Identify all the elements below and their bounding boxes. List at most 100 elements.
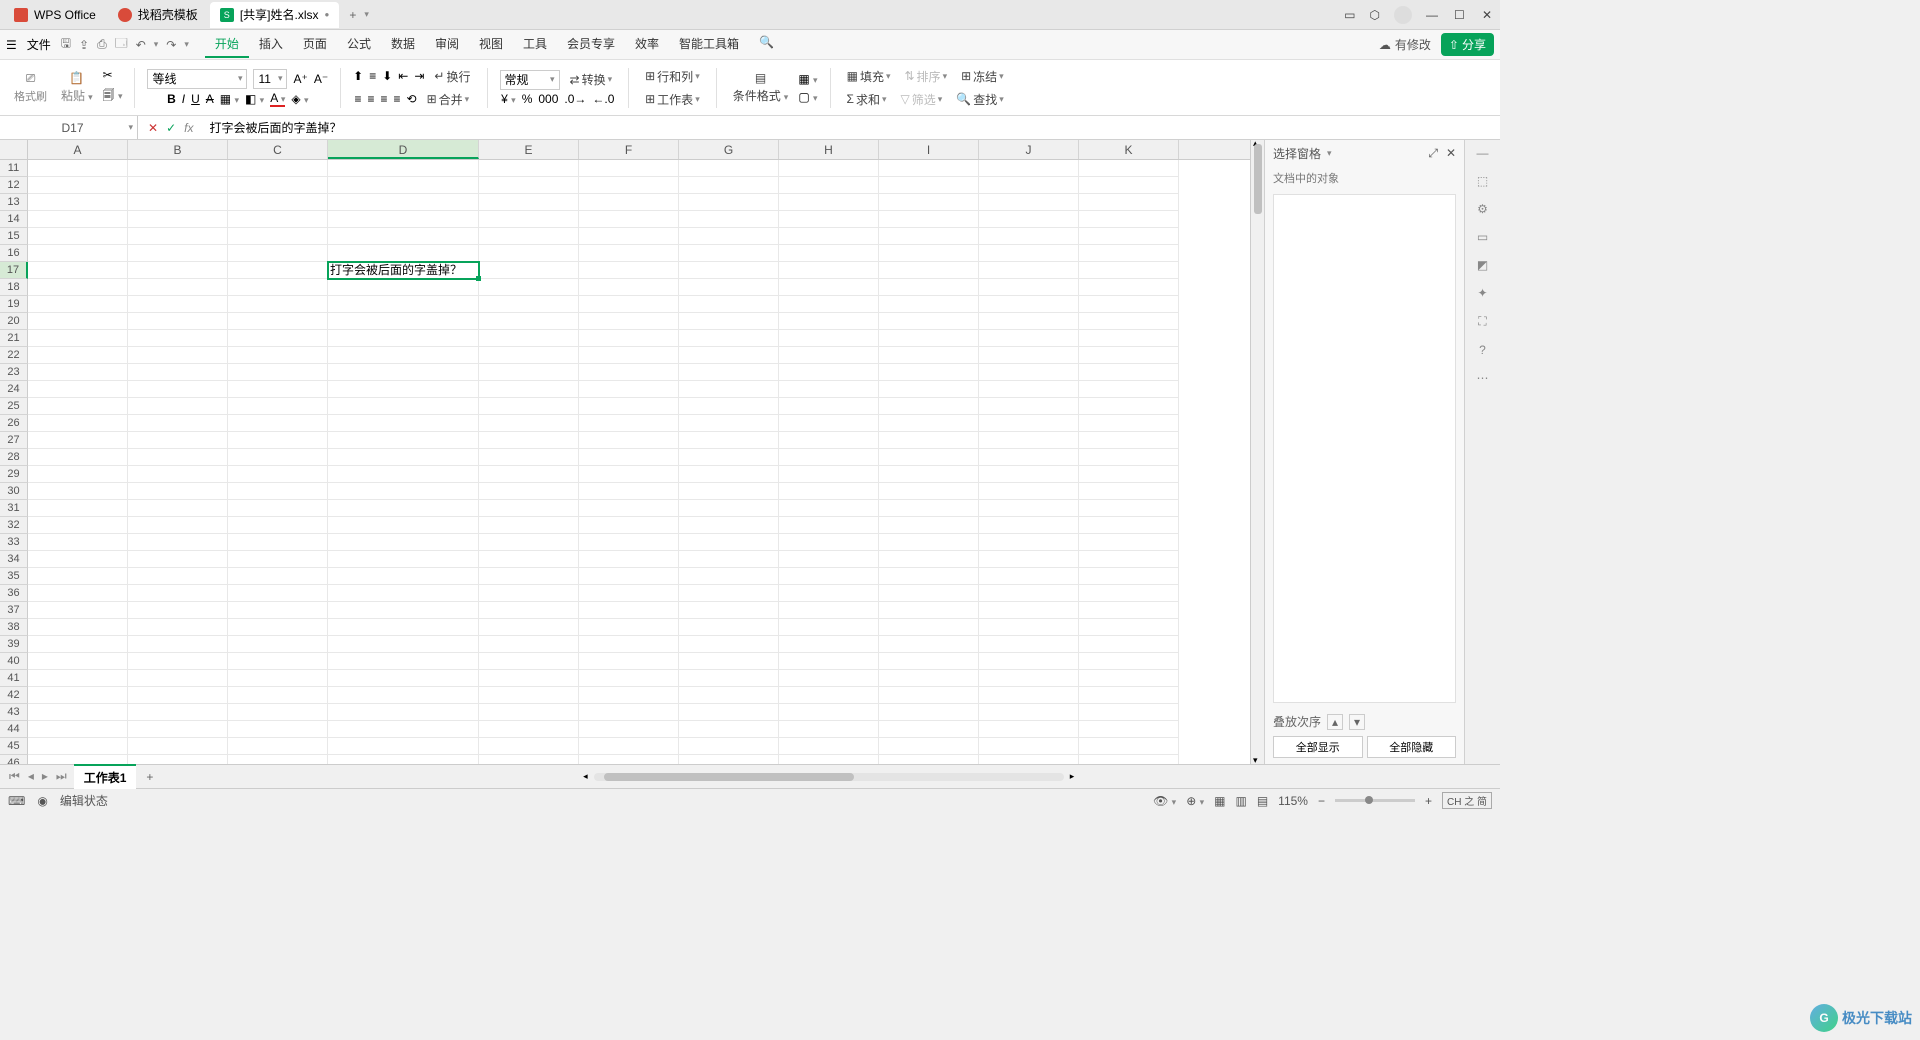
cell[interactable] xyxy=(779,296,879,313)
cell[interactable] xyxy=(328,551,479,568)
cell[interactable] xyxy=(1079,755,1179,764)
cell[interactable] xyxy=(979,432,1079,449)
cell[interactable] xyxy=(228,364,328,381)
copy-icon[interactable]: 🗐 ▾ xyxy=(103,86,123,107)
cell[interactable] xyxy=(1079,211,1179,228)
cell[interactable] xyxy=(779,364,879,381)
decimal-increase-icon[interactable]: .0→ xyxy=(564,92,586,106)
cell[interactable] xyxy=(28,364,128,381)
row-header[interactable]: 43 xyxy=(0,704,28,721)
cell[interactable] xyxy=(128,551,228,568)
cell[interactable] xyxy=(479,449,579,466)
cell[interactable] xyxy=(328,500,479,517)
cell[interactable] xyxy=(779,313,879,330)
cell[interactable] xyxy=(979,721,1079,738)
cell[interactable] xyxy=(979,653,1079,670)
cell[interactable] xyxy=(479,160,579,177)
cell[interactable] xyxy=(779,398,879,415)
cell[interactable] xyxy=(328,517,479,534)
cell[interactable] xyxy=(128,602,228,619)
cell[interactable] xyxy=(1079,602,1179,619)
cell[interactable] xyxy=(479,245,579,262)
cell-grid[interactable]: 11121314151617打字会被后面的字盖掉？181920212223242… xyxy=(0,160,1250,764)
cell[interactable] xyxy=(28,568,128,585)
cell[interactable] xyxy=(679,534,779,551)
zoom-in-icon[interactable]: + xyxy=(1425,794,1432,808)
cell[interactable] xyxy=(879,177,979,194)
cell[interactable] xyxy=(128,483,228,500)
cell[interactable] xyxy=(28,687,128,704)
cell[interactable] xyxy=(128,534,228,551)
cell[interactable] xyxy=(779,466,879,483)
cell[interactable] xyxy=(28,432,128,449)
cell[interactable] xyxy=(779,755,879,764)
cell[interactable] xyxy=(228,194,328,211)
vertical-scrollbar[interactable]: ▴ ▾ xyxy=(1250,140,1264,764)
cell[interactable] xyxy=(679,381,779,398)
cell[interactable] xyxy=(579,738,679,755)
freeze-button[interactable]: ⊞ 冻结 ▾ xyxy=(957,66,1008,87)
cell[interactable] xyxy=(679,568,779,585)
cell[interactable] xyxy=(228,721,328,738)
cell[interactable] xyxy=(328,211,479,228)
cell[interactable] xyxy=(979,330,1079,347)
row-header[interactable]: 29 xyxy=(0,466,28,483)
cell[interactable] xyxy=(28,653,128,670)
cell[interactable] xyxy=(1079,500,1179,517)
cell[interactable] xyxy=(679,517,779,534)
cell[interactable] xyxy=(1079,568,1179,585)
cell[interactable] xyxy=(679,619,779,636)
close-panel-icon[interactable]: ✕ xyxy=(1446,146,1456,161)
col-header-I[interactable]: I xyxy=(879,140,979,159)
cell[interactable] xyxy=(228,551,328,568)
cell[interactable] xyxy=(1079,398,1179,415)
cell[interactable] xyxy=(128,670,228,687)
cell[interactable] xyxy=(679,432,779,449)
cell[interactable] xyxy=(128,228,228,245)
scrollbar-thumb[interactable] xyxy=(1254,144,1262,214)
collapse-rail-icon[interactable]: — xyxy=(1477,146,1489,160)
cell[interactable] xyxy=(128,194,228,211)
cell[interactable] xyxy=(328,330,479,347)
cell[interactable] xyxy=(979,568,1079,585)
cell[interactable] xyxy=(28,670,128,687)
cell[interactable] xyxy=(579,432,679,449)
cell[interactable] xyxy=(28,398,128,415)
undo-icon[interactable]: ↶ xyxy=(136,38,146,52)
cell[interactable] xyxy=(228,670,328,687)
cell[interactable] xyxy=(979,602,1079,619)
cell[interactable] xyxy=(328,160,479,177)
decimal-decrease-icon[interactable]: ←.0 xyxy=(592,92,614,106)
row-header[interactable]: 28 xyxy=(0,449,28,466)
indent-decrease-icon[interactable]: ⇤ xyxy=(398,69,408,83)
cell[interactable] xyxy=(779,245,879,262)
cell[interactable] xyxy=(28,245,128,262)
format-painter-button[interactable]: ⎚ 格式刷 xyxy=(10,69,51,106)
cell[interactable] xyxy=(679,313,779,330)
row-header[interactable]: 27 xyxy=(0,432,28,449)
redo-icon[interactable]: ↷ xyxy=(166,38,176,52)
row-header[interactable]: 36 xyxy=(0,585,28,602)
cell[interactable] xyxy=(228,160,328,177)
move-down-icon[interactable]: ▾ xyxy=(1349,714,1365,730)
cell[interactable] xyxy=(228,228,328,245)
row-header[interactable]: 32 xyxy=(0,517,28,534)
cell[interactable] xyxy=(779,602,879,619)
cell[interactable] xyxy=(28,211,128,228)
cell[interactable] xyxy=(128,585,228,602)
bold-button[interactable]: B xyxy=(167,92,176,106)
cell[interactable] xyxy=(1079,245,1179,262)
cell[interactable] xyxy=(479,619,579,636)
cell[interactable] xyxy=(879,313,979,330)
row-header[interactable]: 25 xyxy=(0,398,28,415)
cell[interactable] xyxy=(679,602,779,619)
cell[interactable] xyxy=(128,177,228,194)
rowcol-button[interactable]: ⊞ 行和列 ▾ xyxy=(641,66,704,87)
cell[interactable] xyxy=(1079,296,1179,313)
font-decrease-icon[interactable]: A⁻ xyxy=(314,72,328,86)
filter-button[interactable]: ▽ 筛选 ▾ xyxy=(897,89,947,110)
cell[interactable] xyxy=(1079,449,1179,466)
cell[interactable] xyxy=(328,296,479,313)
italic-button[interactable]: I xyxy=(182,92,185,106)
col-header-J[interactable]: J xyxy=(979,140,1079,159)
